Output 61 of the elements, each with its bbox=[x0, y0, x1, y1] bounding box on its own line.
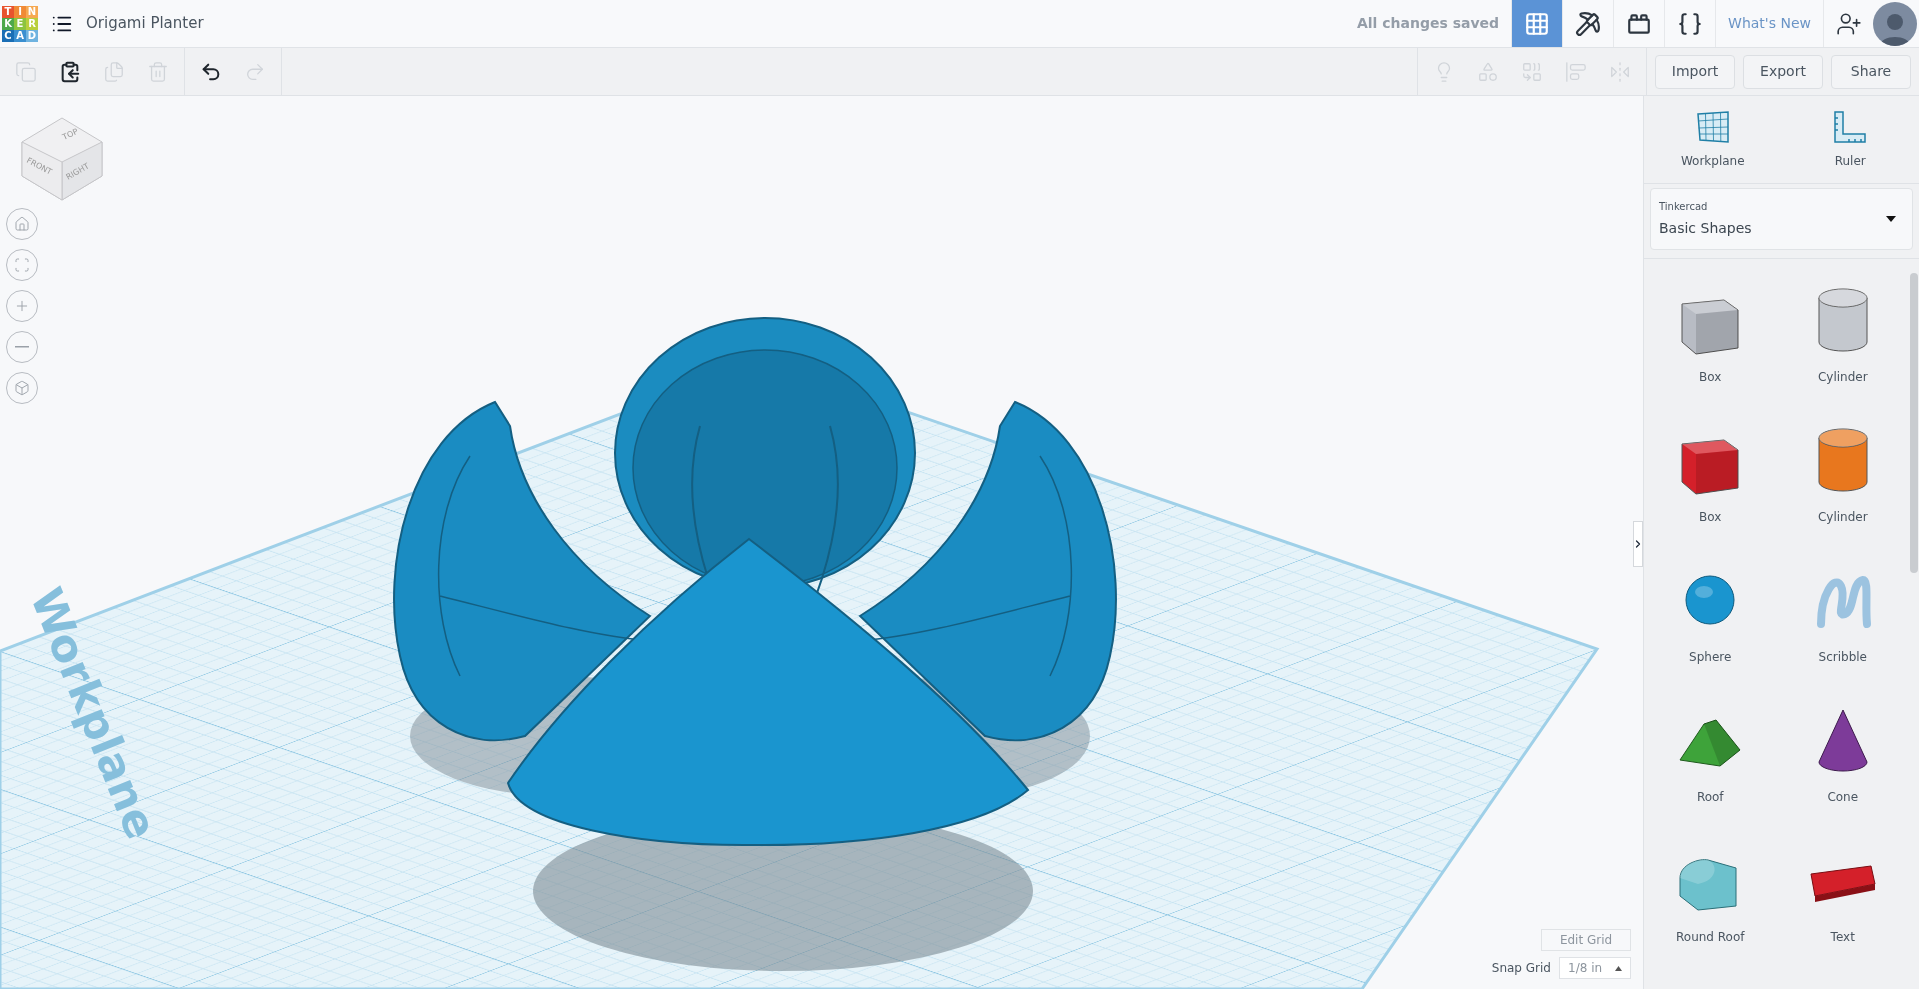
logo-letter: E bbox=[14, 18, 26, 30]
action-button[interactable]: Export bbox=[1743, 54, 1823, 89]
grid-icon bbox=[1524, 10, 1551, 37]
library-caption: Tinkercad bbox=[1659, 200, 1709, 214]
shape-label: Roof bbox=[1696, 789, 1724, 806]
shape-library-dropdown[interactable]: Tinkercad Basic Shapes bbox=[1650, 188, 1913, 250]
shape-label: Round Roof bbox=[1676, 929, 1745, 946]
shape-label: Scribble bbox=[1818, 649, 1867, 666]
shape-tile[interactable]: Cylinder bbox=[1776, 405, 1909, 545]
shape-label: Text bbox=[1830, 929, 1855, 946]
shape-label: Box bbox=[1699, 369, 1722, 386]
perspective-icon bbox=[14, 380, 30, 396]
shape-label: Cone bbox=[1827, 789, 1859, 806]
caret-up-icon bbox=[1615, 965, 1622, 971]
ruler-tool-button[interactable]: Ruler bbox=[1781, 96, 1919, 183]
workplane-tool-button[interactable]: Workplane bbox=[1644, 96, 1782, 183]
pickaxe-icon bbox=[1575, 10, 1602, 37]
shape-label: Cylinder bbox=[1817, 369, 1868, 386]
shape-tile[interactable]: Scribble bbox=[1776, 545, 1909, 685]
save-status: All changes saved bbox=[1356, 14, 1500, 33]
add-user-icon bbox=[1835, 10, 1862, 37]
logo-letter: R bbox=[26, 18, 38, 30]
shape-tile[interactable]: Sphere bbox=[1644, 545, 1777, 685]
collapse-panel-button[interactable] bbox=[1633, 521, 1643, 567]
shape-tile[interactable]: Cylinder bbox=[1776, 265, 1909, 405]
home-icon bbox=[14, 216, 30, 232]
shape-tile[interactable]: Cone bbox=[1776, 685, 1909, 825]
fit-view-icon bbox=[14, 257, 30, 273]
design-title: Origami Planter bbox=[86, 13, 204, 35]
home-button[interactable] bbox=[6, 208, 38, 240]
shape-label: Cylinder bbox=[1817, 509, 1868, 526]
zoom-in-icon bbox=[14, 298, 30, 314]
logo-letter: D bbox=[26, 30, 38, 42]
logo-letter: T bbox=[2, 6, 14, 18]
shape-tile[interactable]: Box bbox=[1644, 265, 1777, 405]
action-button[interactable]: Import bbox=[1655, 54, 1735, 89]
shape-label: Sphere bbox=[1689, 649, 1732, 666]
logo-letter: K bbox=[2, 18, 14, 30]
logo-letter: C bbox=[2, 30, 14, 42]
logo-letter: N bbox=[26, 6, 38, 18]
shape-tile[interactable]: Round Roof bbox=[1644, 825, 1777, 965]
fit-view-button[interactable] bbox=[6, 249, 38, 281]
zoom-out-button[interactable] bbox=[6, 331, 38, 363]
zoom-in-button[interactable] bbox=[6, 290, 38, 322]
dropdown-caret-icon bbox=[1886, 216, 1896, 222]
ruler-icon bbox=[1833, 109, 1868, 144]
app-logo[interactable]: T I N K E R C A D bbox=[2, 6, 38, 42]
shape-label: Box bbox=[1699, 509, 1722, 526]
logo-letter: A bbox=[14, 30, 26, 42]
minus-icon bbox=[15, 346, 29, 348]
library-value: Basic Shapes bbox=[1659, 219, 1752, 238]
perspective-button[interactable] bbox=[6, 372, 38, 404]
avatar[interactable] bbox=[1873, 1, 1917, 46]
braces-icon bbox=[1677, 10, 1704, 37]
action-button[interactable]: Share bbox=[1831, 54, 1911, 89]
shape-tile[interactable]: Roof bbox=[1644, 685, 1777, 825]
grid-plane-icon bbox=[1695, 109, 1730, 144]
shape-tile[interactable]: Box bbox=[1644, 405, 1777, 545]
snap-grid-label: Snap Grid bbox=[1491, 960, 1551, 977]
logo-letter: I bbox=[14, 6, 26, 18]
shape-tile[interactable]: Text bbox=[1776, 825, 1909, 965]
